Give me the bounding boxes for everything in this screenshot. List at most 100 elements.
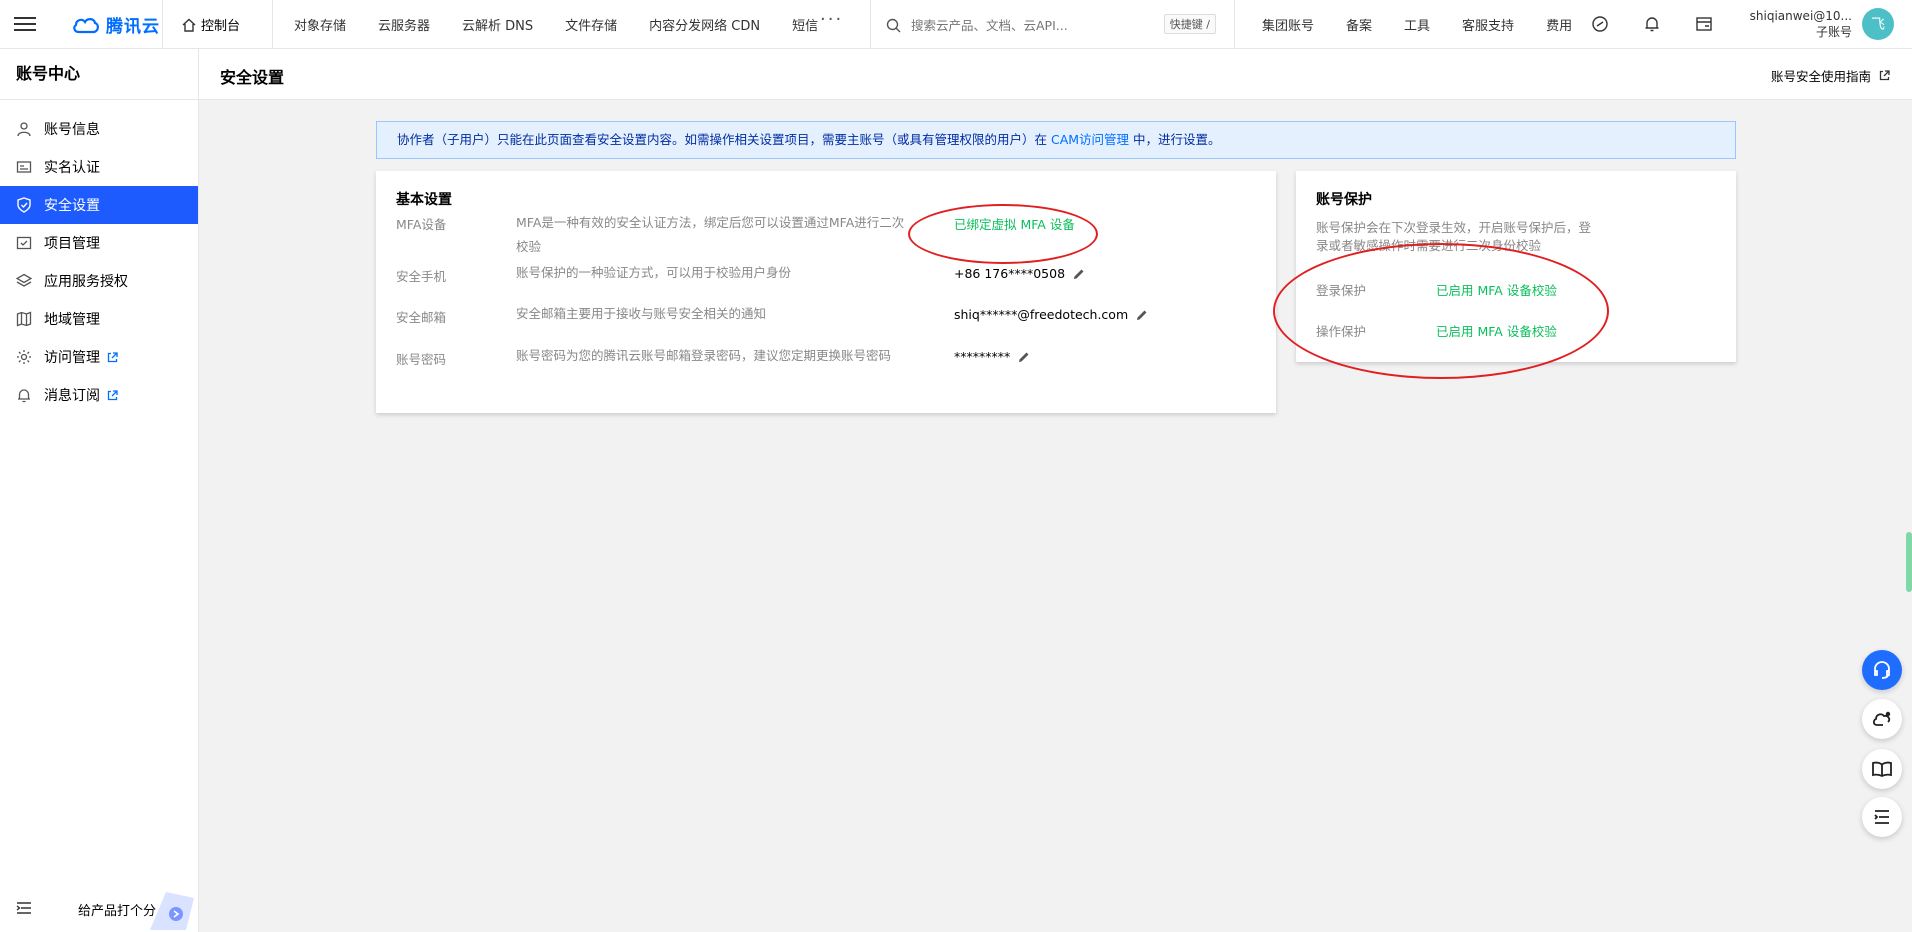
bell-icon bbox=[18, 389, 30, 403]
mfa-desc: MFA是一种有效的安全认证方法，绑定后您可以设置通过MFA进行二次校验 bbox=[516, 215, 905, 254]
external-link-icon bbox=[107, 351, 118, 362]
console-label: 控制台 bbox=[201, 19, 241, 34]
sidebar-item-label: 项目管理 bbox=[44, 236, 100, 252]
hamburger-menu-icon[interactable] bbox=[14, 13, 36, 35]
user-info[interactable]: shiqianwei@10... 子账号 bbox=[1740, 8, 1852, 40]
cam-link[interactable]: CAM访问管理 bbox=[1051, 132, 1129, 147]
nav-cvm[interactable]: 云服务器 bbox=[378, 15, 430, 34]
password-value-group: ********* bbox=[954, 349, 1030, 364]
account-protection-title: 账号保护 bbox=[1316, 192, 1372, 208]
sidebar-item-access[interactable]: 访问管理 bbox=[0, 338, 198, 376]
headset-icon bbox=[1874, 661, 1890, 679]
list-icon bbox=[1874, 810, 1889, 824]
sidebar-title: 账号中心 bbox=[0, 49, 198, 100]
scroll-indicator[interactable] bbox=[1906, 532, 1912, 592]
sidebar-item-subscriptions[interactable]: 消息订阅 bbox=[0, 376, 198, 414]
shield-icon bbox=[17, 197, 31, 213]
bell-icon[interactable] bbox=[1642, 14, 1662, 34]
nav-support[interactable]: 客服支持 bbox=[1462, 15, 1514, 34]
email-value-group: shiq******@freedotech.com bbox=[954, 307, 1148, 322]
nav-dns[interactable]: 云解析 DNS bbox=[462, 15, 533, 34]
sidebar-item-app-auth[interactable]: 应用服务授权 bbox=[0, 262, 198, 300]
cloud-assistant-button[interactable] bbox=[1862, 699, 1902, 739]
page-header: 安全设置 账号安全使用指南 bbox=[199, 49, 1912, 100]
link-icon[interactable] bbox=[1590, 14, 1610, 34]
more-products-icon[interactable]: ··· bbox=[820, 9, 843, 30]
project-icon bbox=[16, 236, 32, 250]
sidebar-item-label: 安全设置 bbox=[44, 198, 100, 214]
email-desc: 安全邮箱主要用于接收与账号安全相关的通知 bbox=[516, 306, 767, 321]
password-label: 账号密码 bbox=[396, 352, 447, 367]
cloud-logo-icon bbox=[73, 17, 99, 33]
password-value: ********* bbox=[954, 349, 1011, 364]
edit-password-icon[interactable] bbox=[1018, 351, 1030, 363]
nav-tools[interactable]: 工具 bbox=[1404, 15, 1430, 34]
phone-label: 安全手机 bbox=[396, 269, 447, 284]
nav-cdn[interactable]: 内容分发网络 CDN bbox=[649, 15, 760, 34]
notice-text-before: 协作者（子用户）只能在此页面查看安全设置内容。如需操作相关设置项目，需要主账号（… bbox=[397, 132, 1051, 147]
sidebar-item-label: 消息订阅 bbox=[44, 388, 100, 404]
sidebar-item-label: 实名认证 bbox=[44, 160, 100, 176]
product-shortcuts: 对象存储 云服务器 云解析 DNS 文件存储 内容分发网络 CDN 短信 ··· bbox=[294, 9, 850, 34]
phone-value: +86 176****0508 bbox=[954, 266, 1066, 281]
nav-billing[interactable]: 费用 bbox=[1546, 15, 1572, 34]
nav-icp[interactable]: 备案 bbox=[1346, 15, 1372, 34]
rating-decoration-icon bbox=[150, 892, 194, 930]
search-input[interactable] bbox=[909, 16, 1163, 34]
sidebar: 账号中心 账号信息 实名认证 安全设置 项目管理 应用服务授权 地域管理 访问管… bbox=[0, 49, 199, 932]
phone-value-group: +86 176****0508 bbox=[954, 266, 1085, 281]
collapse-sidebar-icon[interactable] bbox=[16, 901, 32, 915]
annotation-ellipse-protection bbox=[1273, 243, 1609, 379]
edit-email-icon[interactable] bbox=[1136, 309, 1148, 321]
account-type: 子账号 bbox=[1815, 25, 1852, 39]
username: shiqianwei@10... bbox=[1749, 9, 1852, 23]
external-link-icon bbox=[107, 389, 118, 400]
avatar[interactable]: 飞 bbox=[1862, 8, 1894, 40]
console-link[interactable]: 控制台 bbox=[182, 15, 240, 34]
global-search[interactable]: 快捷键 / bbox=[886, 13, 1216, 37]
sidebar-item-real-name[interactable]: 实名认证 bbox=[0, 148, 198, 186]
edit-phone-icon[interactable] bbox=[1073, 268, 1085, 280]
page-title: 安全设置 bbox=[220, 68, 285, 87]
sidebar-item-label: 账号信息 bbox=[44, 122, 100, 138]
id-card-icon bbox=[16, 161, 32, 173]
guide-label: 账号安全使用指南 bbox=[1770, 69, 1871, 84]
home-icon bbox=[182, 18, 196, 32]
customer-service-button[interactable] bbox=[1862, 650, 1902, 690]
sidebar-item-account-info[interactable]: 账号信息 bbox=[0, 110, 198, 148]
user-icon bbox=[17, 122, 31, 137]
phone-desc: 账号保护的一种验证方式，可以用于校验用户身份 bbox=[516, 265, 792, 280]
nav-group-account[interactable]: 集团账号 bbox=[1262, 15, 1314, 34]
external-link-icon bbox=[1879, 70, 1890, 81]
basic-settings-title: 基本设置 bbox=[396, 192, 452, 208]
nav-sms[interactable]: 短信 bbox=[792, 15, 818, 34]
password-desc: 账号密码为您的腾讯云账号邮箱登录密码，建议您定期更换账号密码 bbox=[516, 348, 892, 363]
calendar-icon[interactable] bbox=[1694, 14, 1714, 34]
sidebar-item-label: 地域管理 bbox=[44, 312, 100, 328]
cloud-chat-icon bbox=[1872, 711, 1891, 726]
sidebar-item-projects[interactable]: 项目管理 bbox=[0, 224, 198, 262]
email-value: shiq******@freedotech.com bbox=[954, 307, 1129, 322]
sidebar-item-label: 应用服务授权 bbox=[44, 274, 128, 290]
search-icon bbox=[886, 18, 901, 32]
sidebar-item-security[interactable]: 安全设置 bbox=[0, 186, 198, 224]
book-icon bbox=[1872, 761, 1892, 778]
layers-icon bbox=[16, 273, 32, 287]
mfa-label: MFA设备 bbox=[396, 217, 447, 232]
nav-cos[interactable]: 对象存储 bbox=[294, 15, 346, 34]
top-navigation-bar: 腾讯云 控制台 对象存储 云服务器 云解析 DNS 文件存储 内容分发网络 CD… bbox=[0, 0, 1912, 49]
brand-name: 腾讯云 bbox=[106, 17, 160, 37]
utility-nav: 集团账号 备案 工具 客服支持 费用 bbox=[1262, 15, 1604, 34]
top-action-icons bbox=[1590, 14, 1714, 34]
sidebar-item-regions[interactable]: 地域管理 bbox=[0, 300, 198, 338]
basic-settings-card: 基本设置 MFA设备 MFA是一种有效的安全认证方法，绑定后您可以设置通过MFA… bbox=[376, 171, 1276, 413]
nav-cfs[interactable]: 文件存储 bbox=[565, 15, 617, 34]
feedback-list-button[interactable] bbox=[1862, 797, 1902, 837]
notice-text-after: 中，进行设置。 bbox=[1129, 132, 1221, 147]
sidebar-item-label: 访问管理 bbox=[44, 350, 100, 366]
documentation-button[interactable] bbox=[1862, 749, 1902, 789]
shortcut-key-badge: 快捷键 / bbox=[1163, 14, 1216, 34]
collaborator-notice: 协作者（子用户）只能在此页面查看安全设置内容。如需操作相关设置项目，需要主账号（… bbox=[376, 121, 1736, 159]
tencent-cloud-logo[interactable]: 腾讯云 bbox=[72, 12, 160, 37]
security-guide-link[interactable]: 账号安全使用指南 bbox=[1771, 66, 1890, 85]
